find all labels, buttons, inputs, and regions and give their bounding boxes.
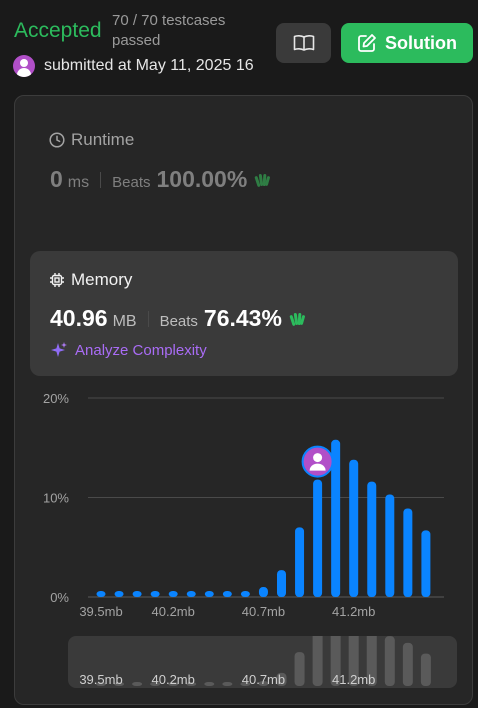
divider xyxy=(147,310,149,327)
user-avatar[interactable] xyxy=(13,55,35,77)
chip-icon xyxy=(50,273,64,287)
mini-bar xyxy=(294,652,305,686)
mini-tick-label: 40.7mb xyxy=(242,672,285,687)
runtime-header: Runtime xyxy=(49,130,134,150)
x-tick-label: 40.2mb xyxy=(152,604,195,619)
y-tick-label: 0% xyxy=(50,590,69,605)
bar xyxy=(168,591,178,597)
bar xyxy=(313,479,323,597)
memory-beats-value: 76.43% xyxy=(203,305,282,331)
user-marker-head xyxy=(313,453,323,463)
mini-tick-label: 39.5mb xyxy=(79,672,122,687)
book-icon xyxy=(293,35,314,51)
bar xyxy=(132,591,142,597)
bar xyxy=(96,591,106,597)
status-accepted: Accepted xyxy=(14,19,102,42)
mini-bar xyxy=(132,682,143,686)
memory-value: 40.96 xyxy=(50,305,108,331)
bar xyxy=(349,459,359,597)
bar xyxy=(186,591,196,597)
divider xyxy=(100,171,102,188)
range-selector-chart[interactable]: 39.5mb 40.2mb 40.7mb 41.2mb xyxy=(0,636,478,688)
analyze-complexity-link[interactable]: Analyze Complexity xyxy=(50,341,207,359)
runtime-beats-value: 100.00% xyxy=(156,166,248,192)
sparkle-icon xyxy=(51,342,67,357)
editorial-button[interactable] xyxy=(276,23,331,63)
mini-bar xyxy=(204,682,215,686)
submitted-at: submitted at May 11, 2025 16 xyxy=(44,57,254,74)
mini-bar xyxy=(312,636,323,686)
clap-icon xyxy=(255,173,271,187)
analyze-complexity-label: Analyze Complexity xyxy=(75,341,207,359)
x-tick-label: 39.5mb xyxy=(79,604,122,619)
solution-button-label: Solution xyxy=(385,32,457,53)
bar xyxy=(240,591,250,597)
memory-distribution-chart[interactable]: 0% 10% 20% 39.5mb 40.2mb 40.7mb 41.2mb xyxy=(0,385,478,625)
y-tick-label: 10% xyxy=(43,491,69,506)
testcases-passed: 70 / 70 testcases passed xyxy=(112,12,226,49)
memory-title: Memory xyxy=(71,270,133,289)
bar xyxy=(421,530,431,597)
runtime-unit: ms xyxy=(67,174,90,191)
bar xyxy=(222,591,232,597)
bar xyxy=(367,481,377,597)
runtime-stats[interactable]: 0 ms Beats 100.00% xyxy=(50,166,272,193)
runtime-value: 0 xyxy=(50,166,63,192)
bar xyxy=(403,508,413,597)
bar xyxy=(204,591,214,597)
memory-header: Memory xyxy=(49,270,132,290)
mini-tick-label: 41.2mb xyxy=(332,672,375,687)
x-tick-label: 40.7mb xyxy=(242,604,285,619)
mini-bar xyxy=(222,682,233,686)
clock-icon xyxy=(49,132,65,148)
bar xyxy=(258,587,268,597)
runtime-beats-label: Beats xyxy=(112,174,151,191)
y-tick-label: 20% xyxy=(43,391,69,406)
memory-unit: MB xyxy=(112,313,137,330)
bar xyxy=(295,527,305,597)
mini-bar xyxy=(384,636,395,686)
runtime-title: Runtime xyxy=(71,130,135,149)
bar xyxy=(114,591,124,597)
x-tick-label: 41.2mb xyxy=(332,604,375,619)
bar xyxy=(385,494,395,597)
edit-icon xyxy=(358,34,376,52)
memory-stats: 40.96 MB Beats 76.43% xyxy=(50,305,307,332)
memory-beats-label: Beats xyxy=(159,313,198,330)
bar xyxy=(150,591,160,597)
mini-bar xyxy=(420,653,431,686)
solution-button[interactable]: Solution xyxy=(341,23,473,63)
mini-tick-label: 40.2mb xyxy=(152,672,195,687)
mini-bar xyxy=(402,642,413,686)
clap-icon xyxy=(289,312,305,326)
bar xyxy=(277,570,286,597)
